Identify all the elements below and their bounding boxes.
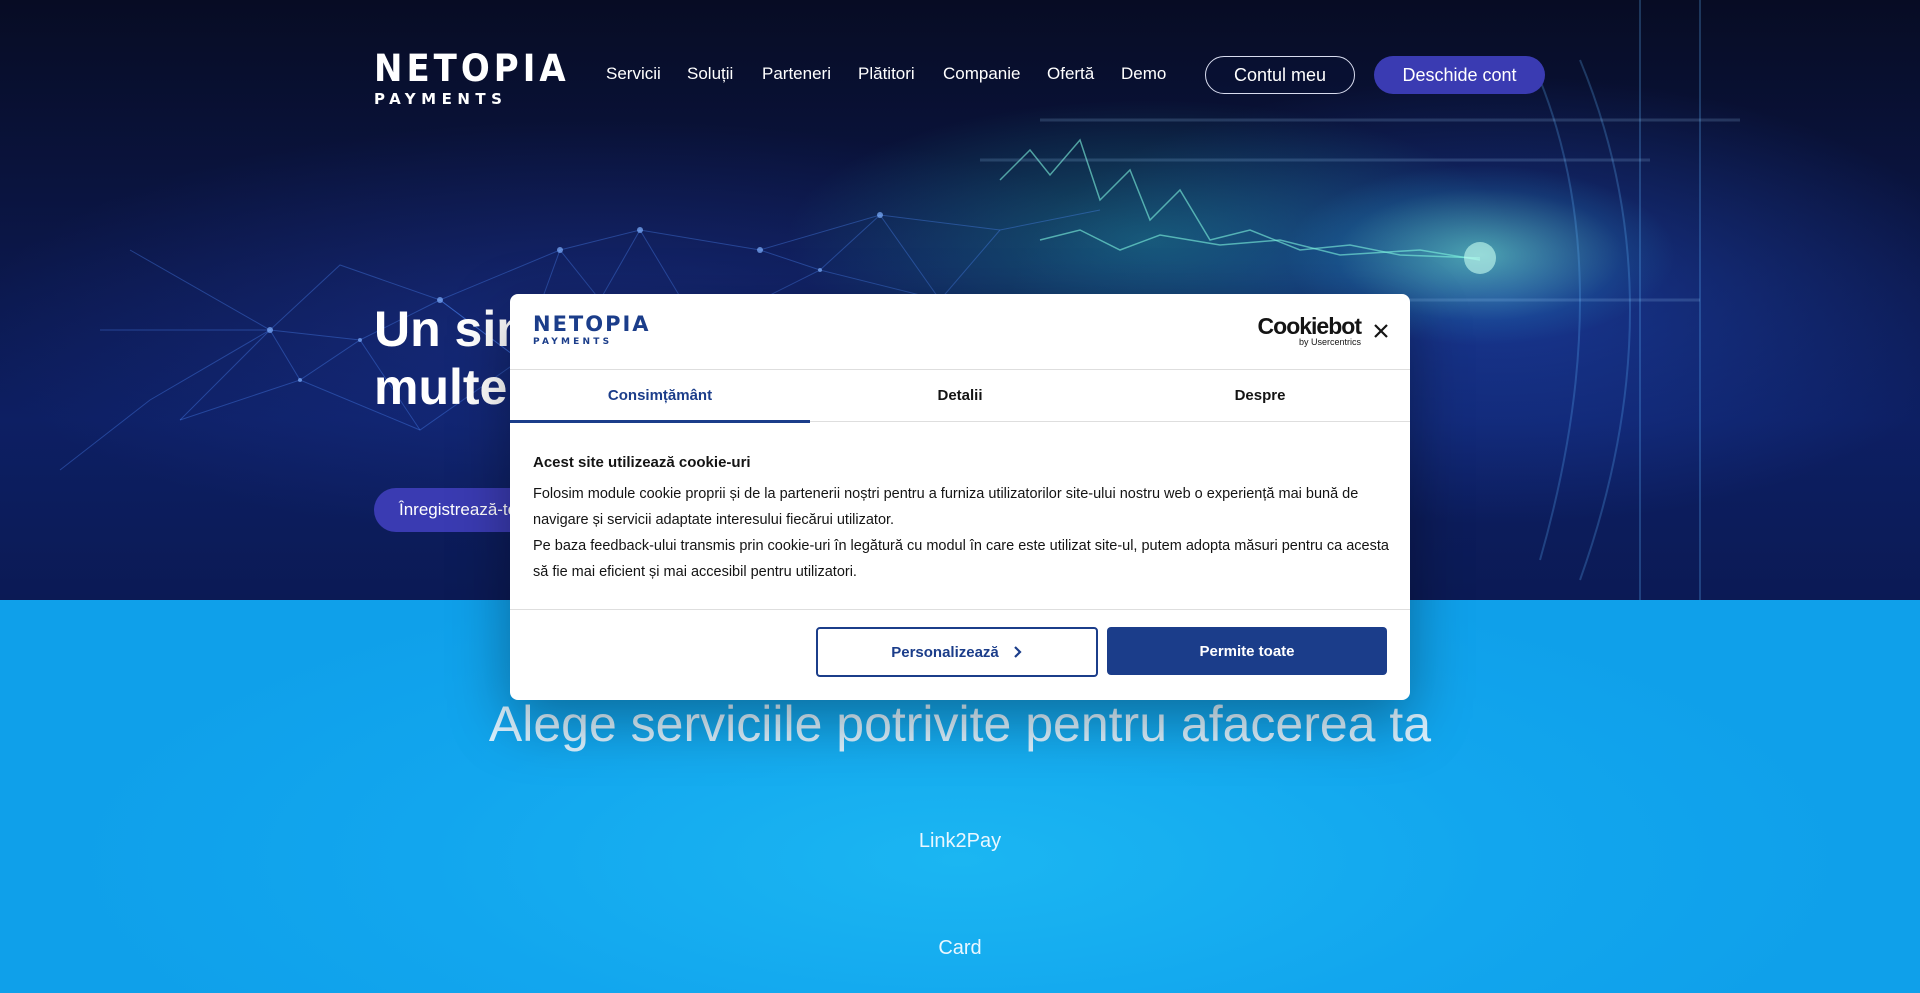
allow-all-button[interactable]: Permite toate [1107,627,1387,675]
dialog-logo-wordmark: NETOPIA [533,312,651,336]
chevron-right-icon [1014,646,1022,658]
cookie-paragraph-1: Folosim module cookie proprii și de la p… [533,486,1359,528]
close-icon[interactable] [1370,320,1392,342]
cookiebot-logo-main: Cookiebot [1257,313,1362,339]
dialog-tabs: Consimțământ Detalii Despre [510,370,1410,423]
customize-button-label: Personalizează [891,643,999,661]
customize-button[interactable]: Personalizează [816,627,1098,677]
cookie-heading: Acest site utilizează cookie-uri [533,454,751,471]
dialog-logo-subtitle: PAYMENTS [533,337,613,347]
cookiebot-logo[interactable]: Cookiebot by Usercentrics [1247,313,1362,348]
tab-consent[interactable]: Consimțământ [510,370,810,423]
dialog-body: Acest site utilizează cookie-uri Folosim… [533,454,1393,585]
tab-about[interactable]: Despre [1110,370,1410,422]
cookie-paragraph-2: Pe baza feedback-ului transmis prin cook… [533,538,1389,580]
cookie-consent-dialog: NETOPIA PAYMENTS Cookiebot by Usercentri… [510,294,1410,700]
tab-details[interactable]: Detalii [810,370,1110,422]
dialog-header: NETOPIA PAYMENTS Cookiebot by Usercentri… [510,294,1410,370]
dialog-netopia-logo: NETOPIA PAYMENTS [533,312,651,348]
dialog-footer: Personalizează Permite toate [510,609,1410,700]
